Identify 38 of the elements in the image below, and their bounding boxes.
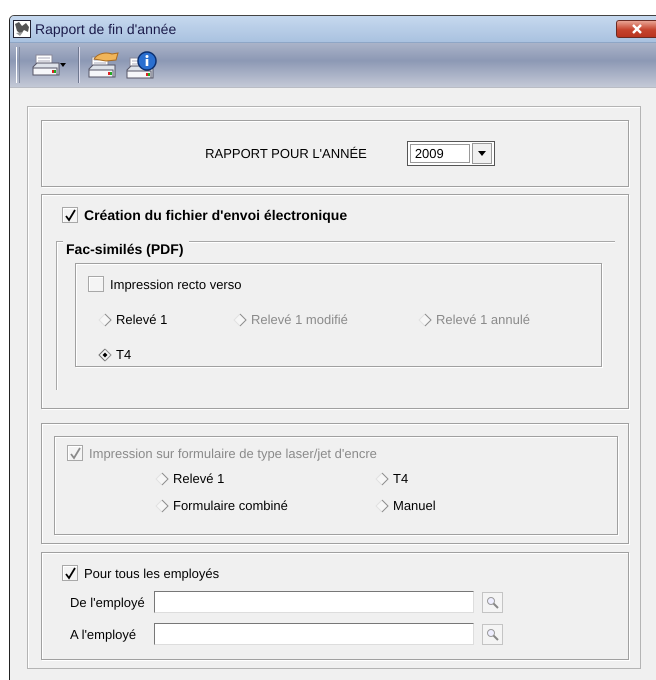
year-label: RAPPORT POUR L'ANNÉE xyxy=(205,146,367,161)
print-button[interactable] xyxy=(32,53,66,77)
radio-label: Manuel xyxy=(393,498,436,513)
input-field[interactable] xyxy=(154,591,474,613)
radio-button[interactable] xyxy=(98,312,112,326)
year-dropdown[interactable]: 2009 xyxy=(406,141,495,166)
radio-button[interactable] xyxy=(98,348,112,362)
radio-label: T4 xyxy=(116,347,132,362)
radio-label: T4 xyxy=(393,471,408,486)
checkbox-label: Création du fichier d'envoi électronique xyxy=(84,207,348,223)
search-button[interactable] xyxy=(482,624,503,644)
field-label: De l'employé xyxy=(69,594,146,610)
search-icon xyxy=(486,596,499,608)
search-icon xyxy=(486,628,499,640)
search-button[interactable] xyxy=(482,592,503,612)
group-title: Fac-similés (PDF) xyxy=(63,241,190,257)
app-icon xyxy=(13,20,31,38)
caret-icon xyxy=(60,63,66,67)
printer-icon xyxy=(32,53,60,77)
close-button[interactable] xyxy=(616,20,656,38)
checkbox-label: Pour tous les employés xyxy=(84,566,220,580)
input-field[interactable] xyxy=(154,623,474,645)
close-icon xyxy=(630,24,642,34)
field-label: A l'employé xyxy=(69,626,138,642)
checkbox[interactable] xyxy=(62,207,78,223)
radio-label: Relevé 1 xyxy=(173,471,224,486)
radio-label: Relevé 1 annulé xyxy=(436,312,530,327)
radio-label: Formulaire combiné xyxy=(173,498,288,513)
checkbox[interactable] xyxy=(88,276,104,292)
printer-hand-icon xyxy=(88,52,120,78)
checkbox-label: Impression recto verso xyxy=(110,276,242,292)
radio-label: Relevé 1 modifié xyxy=(251,312,348,327)
caret-icon xyxy=(478,151,486,156)
checkbox[interactable] xyxy=(62,565,78,581)
window-title: Rapport de fin d'année xyxy=(35,21,176,37)
radio-label: Relevé 1 xyxy=(116,312,168,327)
checkbox-label: Impression sur formulaire de type laser/jet d'encre xyxy=(89,446,377,460)
toolbar-button[interactable] xyxy=(88,52,120,78)
